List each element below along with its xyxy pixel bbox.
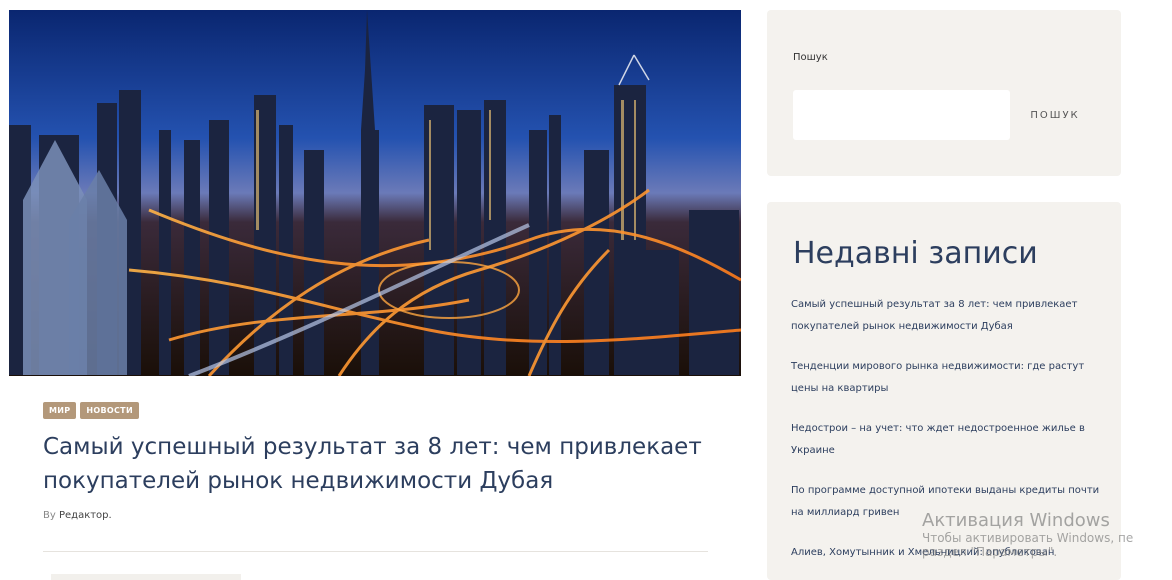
search-input[interactable] bbox=[793, 90, 1010, 140]
list-item: По программе доступной ипотеки выданы кр… bbox=[791, 480, 1101, 524]
list-item: Тенденции мирового рынка недвижимости: г… bbox=[791, 356, 1101, 400]
search-label: Пошук bbox=[793, 52, 828, 63]
recent-post-link[interactable]: Алиев, Хомутынник и Хмельницкий: опублик… bbox=[791, 547, 1054, 558]
content-divider bbox=[43, 551, 708, 552]
search-button[interactable]: ПОШУК bbox=[1015, 90, 1095, 140]
search-widget: Пошук ПОШУК bbox=[767, 10, 1121, 176]
recent-posts-list: Самый успешный результат за 8 лет: чем п… bbox=[791, 294, 1101, 580]
recent-post-link[interactable]: По программе доступной ипотеки выданы кр… bbox=[791, 485, 1099, 518]
article-title[interactable]: Самый успешный результат за 8 лет: чем п… bbox=[43, 430, 703, 498]
category-tag-news[interactable]: НОВОСТИ bbox=[80, 402, 139, 419]
category-tags: МИР НОВОСТИ bbox=[43, 402, 139, 419]
recent-posts-title: Недавні записи bbox=[793, 236, 1038, 271]
article-byline: By Редактор. bbox=[43, 510, 112, 521]
author-link[interactable]: Редактор. bbox=[59, 510, 112, 521]
article-featured-image[interactable] bbox=[9, 10, 741, 376]
recent-post-link[interactable]: Недострои – на учет: что ждет недостроен… bbox=[791, 423, 1085, 456]
category-tag-world[interactable]: МИР bbox=[43, 402, 77, 419]
list-item: Самый успешный результат за 8 лет: чем п… bbox=[791, 294, 1101, 338]
list-item: Алиев, Хомутынник и Хмельницкий: опублик… bbox=[791, 542, 1101, 564]
share-bar-placeholder bbox=[51, 574, 241, 580]
recent-posts-widget: Недавні записи Самый успешный результат … bbox=[767, 202, 1121, 580]
article-card: МИР НОВОСТИ Самый успешный результат за … bbox=[9, 10, 741, 580]
page: МИР НОВОСТИ Самый успешный результат за … bbox=[0, 0, 1172, 580]
list-item: Недострои – на учет: что ждет недостроен… bbox=[791, 418, 1101, 462]
recent-post-link[interactable]: Тенденции мирового рынка недвижимости: г… bbox=[791, 361, 1084, 394]
recent-post-link[interactable]: Самый успешный результат за 8 лет: чем п… bbox=[791, 299, 1077, 332]
dubai-skyline-image bbox=[9, 10, 741, 376]
byline-prefix: By bbox=[43, 510, 56, 521]
